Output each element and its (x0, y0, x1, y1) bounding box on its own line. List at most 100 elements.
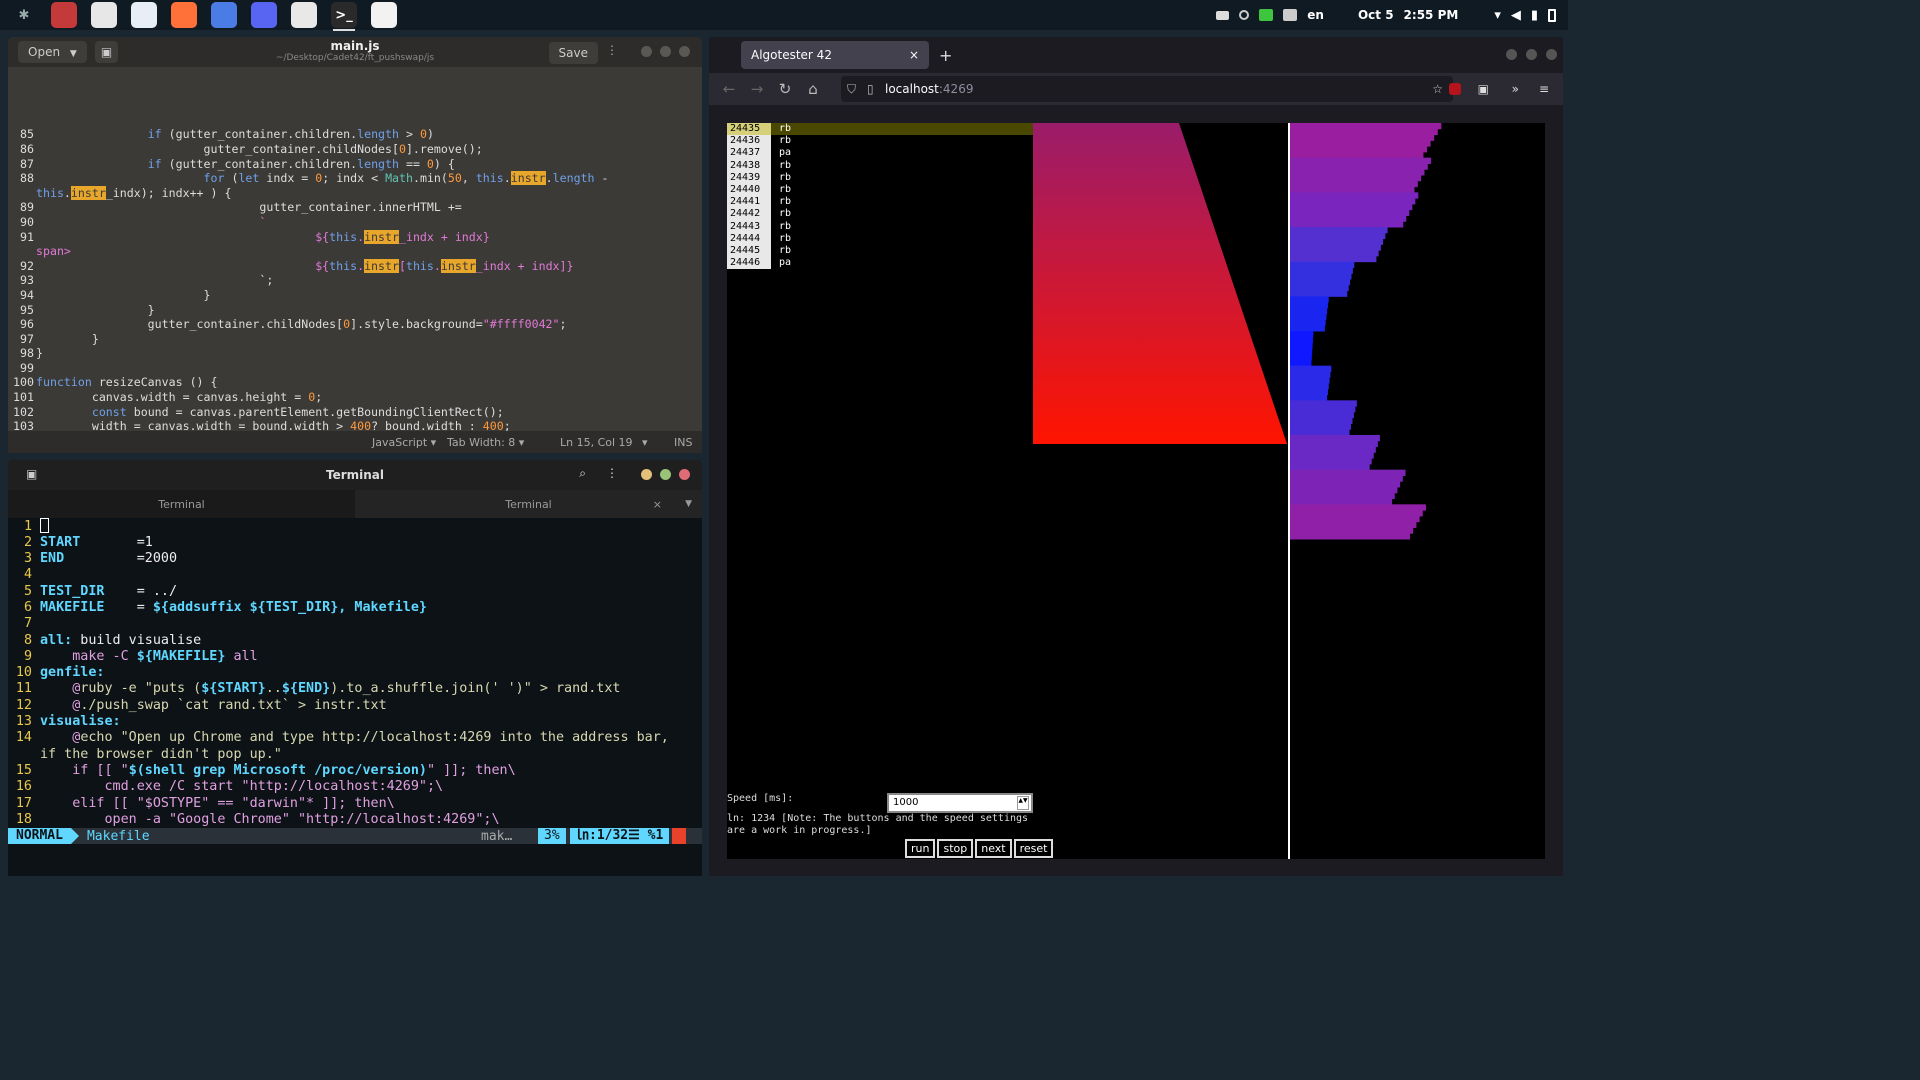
tab-title: Algotester 42 (751, 48, 832, 62)
open-label: Open (28, 45, 61, 59)
reset-button[interactable]: reset (1013, 839, 1054, 858)
open-button[interactable]: Open ▼ (18, 41, 87, 63)
launcher-icon[interactable]: ✱ (11, 2, 37, 28)
settings-icon[interactable] (131, 2, 157, 28)
minimize-button[interactable] (641, 469, 652, 480)
maximize-button[interactable] (1526, 49, 1537, 60)
code-view[interactable]: 84 85 if (gutter_container.children.leng… (8, 67, 702, 433)
close-button[interactable] (679, 46, 690, 57)
maximize-button[interactable] (660, 469, 671, 480)
stack-b-bar (1290, 481, 1401, 488)
new-tab-button[interactable]: ▣ (94, 41, 119, 63)
minimize-button[interactable] (641, 46, 652, 57)
overflow-chevron-icon[interactable]: » (1512, 82, 1519, 96)
screenshot-icon[interactable] (291, 2, 317, 28)
microphone-icon[interactable]: ▮ (1531, 8, 1538, 23)
menu-icon[interactable]: ⋮ (606, 466, 618, 480)
vim-line: 6 MAKEFILE = ${addsuffix ${TEST_DIR}, Mak… (8, 600, 702, 616)
shield-icon[interactable]: ⛉ (847, 82, 856, 97)
vim-line: 7 (8, 616, 702, 632)
line-number: 14 (15, 730, 32, 746)
code-text: `; (259, 273, 274, 288)
ublock-icon[interactable] (1449, 83, 1461, 95)
vim-text: make -C ${MAKEFILE} all (72, 648, 258, 664)
chat-icon[interactable] (1259, 9, 1274, 21)
forward-icon[interactable]: → (743, 80, 771, 98)
next-button[interactable]: next (975, 839, 1012, 858)
stack-b-bar (1290, 371, 1331, 378)
stack-b-bar (1290, 134, 1435, 141)
code-line: 90 ` (8, 215, 702, 230)
url-bar[interactable]: ⛉ ▯ localhost:4269 ☆ (841, 76, 1453, 102)
volume-icon[interactable]: ◀ (1511, 8, 1521, 23)
vpn-icon[interactable] (1239, 10, 1250, 20)
info-note: ln: 1234 [Note: The buttons and the spee… (727, 813, 1029, 836)
bookmark-star-icon[interactable]: ☆ (1432, 82, 1443, 96)
chromium-icon[interactable] (211, 2, 237, 28)
firefox-icon[interactable] (171, 2, 197, 28)
vim-line: 4 (8, 567, 702, 583)
language-indicator[interactable]: en (1307, 8, 1324, 22)
tab-width-selector[interactable]: Tab Width: 8 ▾ (447, 436, 524, 449)
date-label[interactable]: Oct 5 (1358, 8, 1394, 22)
terminal-title: Terminal (325, 468, 385, 482)
close-icon[interactable]: × (909, 48, 919, 62)
instruction-row: 24437 pa (727, 147, 1033, 160)
battery-icon[interactable] (1548, 8, 1556, 22)
discord-tray-icon[interactable] (1283, 9, 1298, 21)
files-icon[interactable] (91, 2, 117, 28)
stack-b-bar (1290, 232, 1386, 240)
browser-tab[interactable]: Algotester 42 × (741, 41, 929, 69)
container-icon[interactable]: ▣ (1478, 82, 1489, 96)
discord-icon[interactable] (251, 2, 277, 28)
code-text: gutter_container.childNodes[0].remove(); (36, 141, 483, 156)
close-icon[interactable]: × (653, 498, 662, 511)
run-button[interactable]: run (905, 839, 936, 858)
stack-b-bar (1290, 151, 1424, 159)
cursor-position[interactable]: Ln 15, Col 19 (560, 436, 633, 449)
language-selector[interactable]: JavaScript ▾ (372, 436, 436, 449)
document-viewer-icon[interactable] (371, 2, 397, 28)
stack-b-bar (1290, 175, 1422, 182)
line-number: 11 (15, 681, 32, 697)
new-tab-icon[interactable]: + (939, 46, 952, 65)
minimize-button[interactable] (1506, 49, 1517, 60)
back-icon[interactable]: ← (715, 80, 743, 98)
home-icon[interactable]: ⌂ (799, 80, 827, 98)
chevron-down-icon[interactable]: ▼ (685, 499, 692, 509)
line-number: 8 (23, 632, 32, 648)
hamburger-menu-icon[interactable]: ≡ (1539, 82, 1549, 96)
tab-terminal-1[interactable]: Terminal (8, 490, 355, 518)
stack-b-bar (1290, 492, 1395, 500)
code-line: 85 if (gutter_container.children.length … (8, 127, 702, 142)
spinner-icon[interactable]: ▲▼ (1017, 796, 1029, 810)
search-icon[interactable]: ⌕ (579, 466, 586, 481)
tab-terminal-2[interactable]: Terminal × ▼ (355, 490, 702, 518)
menu-icon[interactable]: ⋮ (606, 43, 618, 57)
text-editor-icon[interactable] (51, 2, 77, 28)
stack-b-bar (1290, 336, 1313, 344)
vim-buffer[interactable]: 1 2 START =1 3 END =2000 4 5 TEST_DIR = ../ 6 MAK… (8, 518, 702, 828)
maximize-button[interactable] (660, 46, 671, 57)
stack-b-bar (1290, 458, 1372, 465)
terminal-icon[interactable]: >_ (331, 2, 357, 31)
insert-mode[interactable]: INS (674, 436, 692, 449)
workspace-icon[interactable] (1216, 10, 1230, 20)
reload-icon[interactable]: ↻ (771, 80, 799, 98)
wifi-icon[interactable]: ▾ (1494, 8, 1501, 23)
stack-b-bar (1290, 383, 1329, 390)
vim-line: 16 cmd.exe /C start "http://localhost:42… (8, 779, 702, 795)
save-button[interactable]: Save (548, 42, 598, 64)
code-text: ` (259, 214, 267, 229)
chevron-down-icon[interactable]: ▾ (642, 436, 648, 449)
stop-button[interactable]: stop (937, 839, 974, 858)
stack-b-bar (1290, 296, 1329, 303)
line-number: 7 (23, 616, 32, 632)
close-button[interactable] (1546, 49, 1557, 60)
speed-input[interactable]: 1000 ▲▼ (887, 793, 1033, 813)
close-button[interactable] (679, 469, 690, 480)
line-number: 86 (20, 141, 34, 156)
stack-b-bar (1290, 348, 1313, 355)
vim-line: 1 (8, 518, 702, 535)
time-label[interactable]: 2:55 PM (1404, 8, 1459, 22)
